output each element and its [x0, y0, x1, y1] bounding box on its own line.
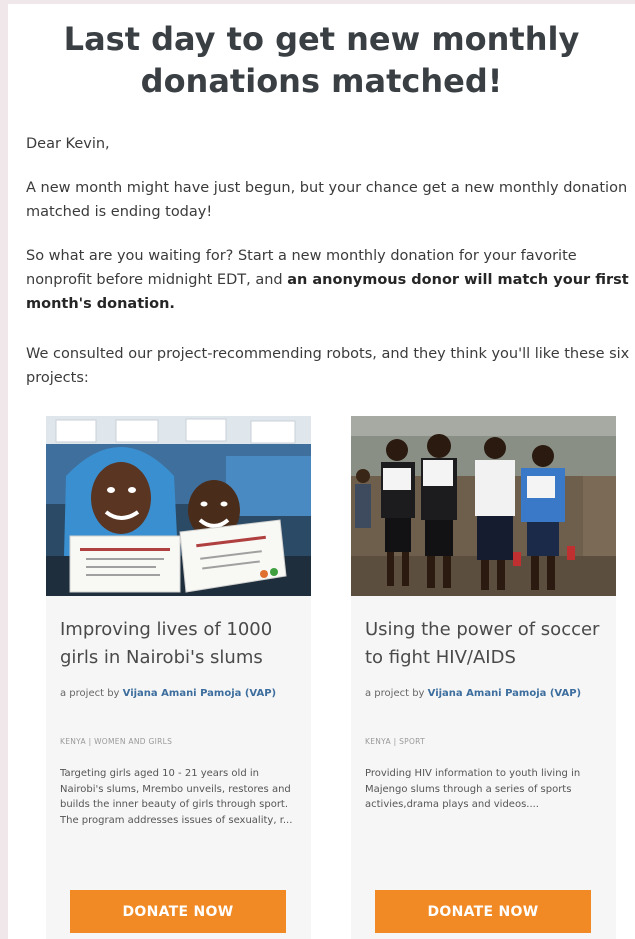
project-title[interactable]: Using the power of soccer to fight HIV/A… — [365, 616, 610, 672]
project-byline: a project by Vijana Amani Pamoja (VAP) — [60, 688, 300, 700]
project-title[interactable]: Improving lives of 1000 girls in Nairobi… — [60, 616, 305, 672]
byline-prefix: a project by — [60, 688, 123, 699]
byline-prefix: a project by — [365, 688, 428, 699]
project-tags: KENYA | SPORT — [365, 737, 426, 746]
recommendation-paragraph: We consulted our project-recommending ro… — [26, 346, 630, 386]
project-card: Using the power of soccer to fight HIV/A… — [351, 416, 616, 939]
project-byline: a project by Vijana Amani Pamoja (VAP) — [365, 688, 605, 700]
email-body: Last day to get new monthly donations ma… — [8, 4, 635, 939]
project-description: Targeting girls aged 10 - 21 years old i… — [60, 768, 293, 826]
email-headline: Last day to get new monthly donations ma… — [63, 20, 580, 100]
call-to-action-paragraph: So what are you waiting for? Start a new… — [26, 244, 631, 316]
project-tags: KENYA | WOMEN AND GIRLS — [60, 737, 173, 746]
project-card: Improving lives of 1000 girls in Nairobi… — [46, 416, 311, 939]
project-photo-girls-certificates[interactable] — [46, 416, 311, 596]
intro-paragraph: A new month might have just begun, but y… — [26, 180, 628, 220]
donate-now-button[interactable]: DONATE NOW — [70, 890, 286, 933]
organization-link[interactable]: Vijana Amani Pamoja (VAP) — [428, 688, 581, 699]
greeting: Dear Kevin, — [26, 136, 110, 152]
project-photo-soccer-boys[interactable] — [351, 416, 616, 596]
project-description: Providing HIV information to youth livin… — [365, 768, 581, 810]
organization-link[interactable]: Vijana Amani Pamoja (VAP) — [123, 688, 276, 699]
donate-now-button[interactable]: DONATE NOW — [375, 890, 591, 933]
